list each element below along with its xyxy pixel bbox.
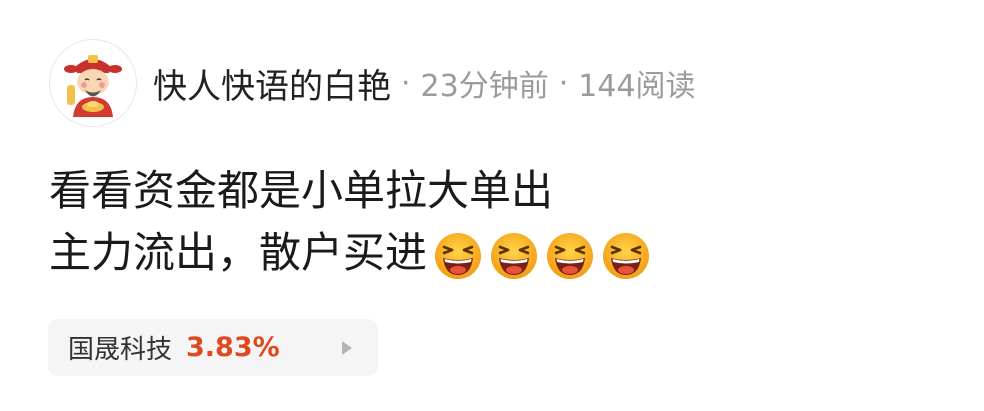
post-body: 看看资金都是小单拉大单出 主力流出，散户买进 bbox=[49, 160, 651, 284]
laughing-face-icon bbox=[433, 231, 483, 281]
read-count: 144阅读 bbox=[578, 69, 696, 104]
post-line: 主力流出，散户买进 bbox=[49, 222, 651, 284]
post-header: 快人快语的白艳 · 23分钟前 · 144阅读 bbox=[49, 38, 696, 128]
fortune-god-icon bbox=[64, 55, 122, 117]
avatar[interactable] bbox=[49, 39, 137, 127]
post-card: 快人快语的白艳 · 23分钟前 · 144阅读 看看资金都是小单拉大单出 主力流… bbox=[0, 0, 984, 411]
stock-name: 国晟科技 bbox=[68, 335, 173, 365]
stock-change: 3.83% bbox=[186, 332, 280, 363]
play-arrow-icon bbox=[342, 340, 352, 355]
stock-tag[interactable]: 国晟科技 3.83% bbox=[48, 319, 378, 376]
laughing-face-icon bbox=[601, 231, 651, 281]
post-text-line-1: 看看资金都是小单拉大单出 bbox=[49, 166, 554, 215]
post-time: 23分钟前 bbox=[420, 69, 549, 104]
emoji-row bbox=[427, 222, 651, 284]
meta-separator: · bbox=[558, 65, 569, 101]
author-name[interactable]: 快人快语的白艳 bbox=[153, 59, 391, 108]
meta-separator: · bbox=[401, 65, 411, 101]
laughing-face-icon bbox=[545, 231, 595, 281]
post-text-line-2: 主力流出，散户买进 bbox=[49, 228, 428, 277]
post-line: 看看资金都是小单拉大单出 bbox=[49, 160, 651, 222]
laughing-face-icon bbox=[489, 231, 539, 281]
